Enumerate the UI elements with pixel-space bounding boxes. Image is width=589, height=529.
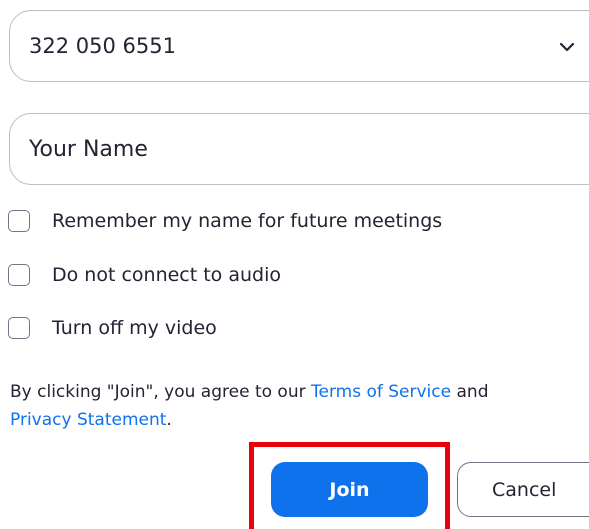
terms-prefix: By clicking "Join", you agree to our: [10, 382, 311, 402]
meeting-id-select[interactable]: 322 050 6551: [9, 10, 589, 82]
no-audio-option[interactable]: Do not connect to audio: [8, 264, 281, 286]
remember-name-label: Remember my name for future meetings: [52, 210, 443, 232]
no-audio-label: Do not connect to audio: [52, 264, 281, 286]
video-off-option[interactable]: Turn off my video: [8, 317, 217, 339]
no-audio-checkbox[interactable]: [8, 264, 30, 286]
join-button[interactable]: Join: [271, 462, 428, 517]
chevron-down-icon[interactable]: [555, 35, 579, 59]
terms-middle: and: [451, 382, 489, 402]
video-off-checkbox[interactable]: [8, 317, 30, 339]
name-input[interactable]: [29, 136, 509, 162]
remember-name-option[interactable]: Remember my name for future meetings: [8, 210, 442, 232]
meeting-id-value: 322 050 6551: [29, 34, 176, 58]
privacy-statement-link[interactable]: Privacy Statement: [10, 410, 166, 430]
join-meeting-form: 322 050 6551 Remember my name for future…: [0, 0, 589, 529]
video-off-label: Turn off my video: [52, 317, 217, 339]
terms-notice: By clicking "Join", you agree to our Ter…: [10, 378, 580, 434]
terms-suffix: .: [166, 410, 172, 430]
cancel-button[interactable]: Cancel: [457, 462, 589, 517]
terms-of-service-link[interactable]: Terms of Service: [311, 382, 451, 402]
remember-name-checkbox[interactable]: [8, 210, 30, 232]
name-field[interactable]: [9, 113, 589, 185]
